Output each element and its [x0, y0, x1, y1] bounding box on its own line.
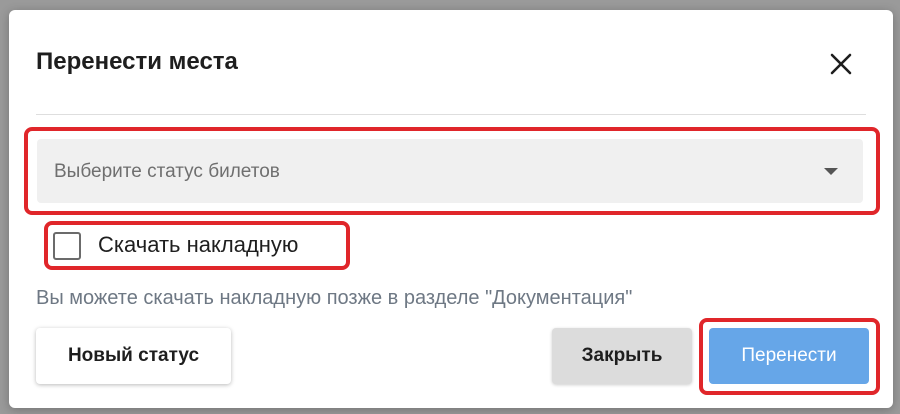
dialog-title: Перенести места	[36, 48, 238, 75]
checkbox-highlight-box	[44, 221, 350, 270]
move-button-highlight-box	[699, 318, 880, 395]
close-icon	[830, 53, 852, 75]
new-status-button[interactable]: Новый статус	[36, 328, 231, 384]
move-seats-dialog: Перенести места Выберите статус билетов …	[9, 10, 893, 408]
invoice-hint-text: Вы можете скачать накладную позже в разд…	[36, 287, 633, 309]
close-button[interactable]	[824, 47, 858, 81]
close-dialog-button[interactable]: Закрыть	[552, 328, 692, 384]
select-highlight-box	[24, 127, 880, 215]
header-divider	[36, 114, 866, 115]
